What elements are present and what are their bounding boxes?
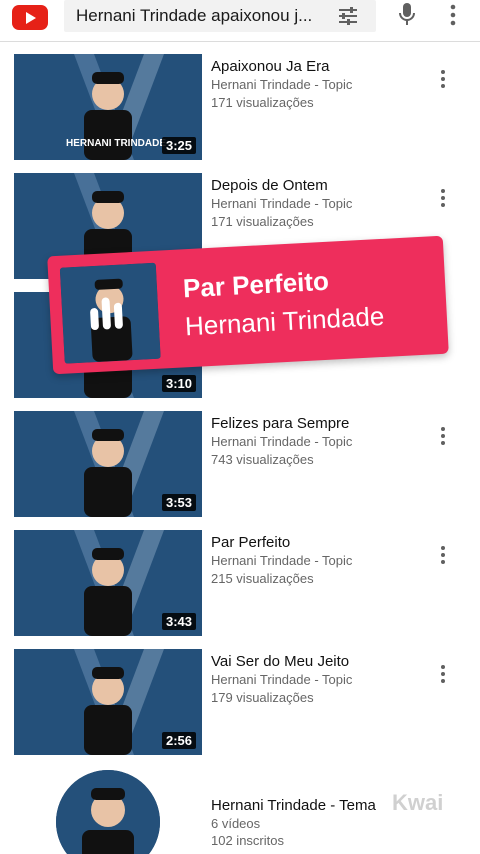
video-row[interactable]: HERNANI TRINDADE 3:25 Apaixonou Ja Era H… [0,42,480,160]
now-playing-card: Par Perfeito Hernani Trindade [47,235,449,375]
playlist-video-count: 6 vídeos [211,816,261,831]
video-title[interactable]: Apaixonou Ja Era [211,58,431,75]
video-views: 215 visualizações [211,571,314,586]
duration-badge: 3:43 [161,613,196,630]
video-row[interactable]: 2:56 Vai Ser do Meu Jeito Hernani Trinda… [0,637,480,755]
video-row[interactable]: 3:43 Par Perfeito Hernani Trindade - Top… [0,518,480,636]
video-channel[interactable]: Hernani Trindade - Topic [211,77,352,92]
video-views: 171 visualizações [211,214,314,229]
playlist-subscribers: 102 inscritos [211,833,284,848]
video-channel[interactable]: Hernani Trindade - Topic [211,553,352,568]
video-row[interactable]: 3:53 Felizes para Sempre Hernani Trindad… [0,399,480,517]
duration-badge: 2:56 [161,732,196,749]
now-playing-title: Par Perfeito [182,265,330,304]
more-vert-icon[interactable] [436,187,450,209]
playlist-avatar[interactable] [56,770,160,854]
search-query[interactable]: Hernani Trindade apaixonou j... [76,6,328,26]
youtube-logo-icon[interactable] [12,5,48,30]
more-vert-icon[interactable] [436,544,450,566]
now-playing-artist: Hernani Trindade [184,300,386,342]
microphone-icon[interactable] [395,1,419,27]
more-vert-icon[interactable] [436,68,450,90]
video-views: 743 visualizações [211,452,314,467]
playlist-title[interactable]: Hernani Trindade - Tema [211,797,376,814]
kwai-watermark: Kwai [392,790,444,815]
filter-sliders-icon[interactable] [336,4,360,28]
now-playing-thumbnail [59,262,161,364]
video-thumbnail[interactable]: 2:56 [14,649,202,755]
video-channel[interactable]: Hernani Trindade - Topic [211,672,352,687]
top-app-bar: Hernani Trindade apaixonou j... [0,0,480,42]
avatar-image [56,770,160,854]
video-thumbnail[interactable]: HERNANI TRINDADE 3:25 [14,54,202,160]
video-channel[interactable]: Hernani Trindade - Topic [211,434,352,449]
video-channel[interactable]: Hernani Trindade - Topic [211,196,352,211]
video-thumbnail[interactable]: 3:53 [14,411,202,517]
more-vert-icon[interactable] [436,663,450,685]
duration-badge: 3:53 [161,494,196,511]
thumbnail-logo-text: HERNANI TRINDADE [66,138,166,149]
video-views: 171 visualizações [211,95,314,110]
audio-bars-icon [90,297,123,331]
video-thumbnail[interactable]: 3:43 [14,530,202,636]
video-title[interactable]: Felizes para Sempre [211,415,431,432]
more-vert-icon[interactable] [436,425,450,447]
search-box[interactable]: Hernani Trindade apaixonou j... [64,0,376,32]
duration-badge: 3:25 [161,137,196,154]
duration-badge: 3:10 [161,375,196,392]
video-views: 179 visualizações [211,690,314,705]
video-title[interactable]: Par Perfeito [211,534,431,551]
video-title[interactable]: Vai Ser do Meu Jeito [211,653,431,670]
video-title[interactable]: Depois de Ontem [211,177,431,194]
more-vert-icon[interactable] [442,2,464,28]
